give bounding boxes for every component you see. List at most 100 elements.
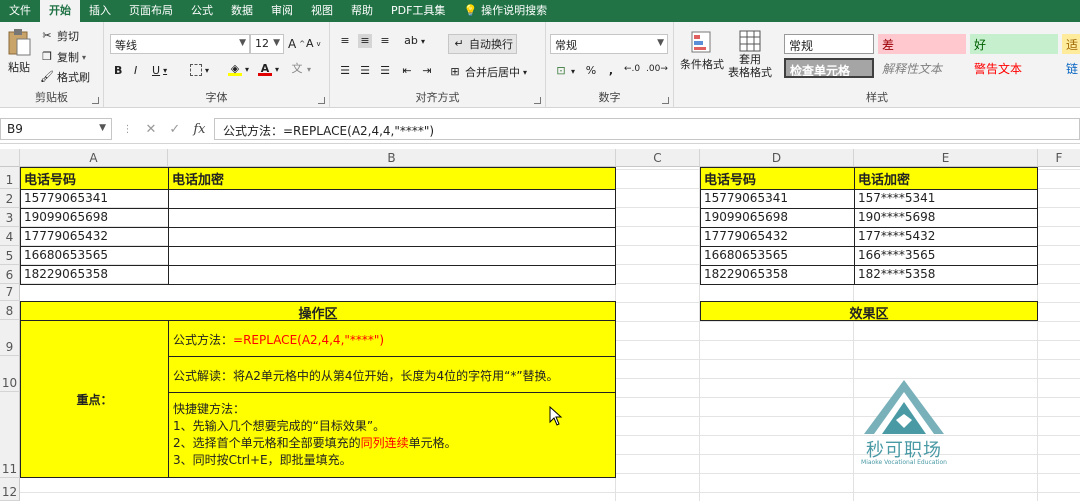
row-header-4[interactable]: 4 [0,227,20,246]
align-center-button[interactable]: ☰ [358,64,372,78]
style-explanatory[interactable]: 解释性文本 [878,58,966,78]
format-as-table-button[interactable]: 套用 表格格式 [728,30,772,79]
row-header-11[interactable]: 11 [0,392,20,478]
tab-review[interactable]: 审阅 [262,0,302,22]
conditional-format-button[interactable]: 条件格式 [680,30,724,72]
row-header-9[interactable]: 9 [0,320,20,356]
alignment-launcher-icon[interactable] [534,97,541,104]
style-bad[interactable]: 差 [878,34,966,54]
tab-file[interactable]: 文件 [0,0,40,22]
bold-button[interactable]: B [114,64,122,77]
formula-input[interactable]: 公式方法：=REPLACE(A2,4,4,"****") [214,118,1080,140]
row-header-12[interactable]: 12 [0,478,20,501]
cell-b9[interactable]: 公式方法：=REPLACE(A2,4,4,"****") [168,320,616,357]
key-point-cell[interactable]: 重点： [20,320,169,478]
style-neutral[interactable]: 适 [1062,34,1080,54]
row-header-2[interactable]: 2 [0,189,20,208]
cell-b2[interactable] [168,189,616,209]
percent-button[interactable]: % [584,64,598,78]
style-good[interactable]: 好 [970,34,1058,54]
fill-color-button[interactable]: ◈ ▾ [228,62,249,76]
align-bottom-button[interactable]: ≡ [378,34,392,48]
wrap-text-button[interactable]: ↵ 自动换行 [448,34,517,54]
font-color-button[interactable]: A ▾ [258,62,279,76]
merge-center-button[interactable]: ⊞ 合并后居中 ▾ [448,64,527,80]
number-launcher-icon[interactable] [662,97,669,104]
cell-b4[interactable] [168,227,616,247]
tab-home[interactable]: 开始 [40,0,80,22]
cell-e4[interactable]: 177****5432 [854,227,1038,247]
cell-a2[interactable]: 15779065341 [20,189,169,209]
cell-d2[interactable]: 15779065341 [700,189,855,209]
cell-b1[interactable]: 电话加密 [168,167,616,190]
cell-a4[interactable]: 17779065432 [20,227,169,247]
tab-pdf-tools[interactable]: PDF工具集 [382,0,454,22]
style-link[interactable]: 链 [1062,58,1080,78]
row-header-3[interactable]: 3 [0,208,20,227]
cut-button[interactable]: ✂ 剪切 [40,28,79,44]
cell-e6[interactable]: 182****5358 [854,265,1038,285]
copy-button[interactable]: ❐ 复制 ▾ [40,49,86,65]
font-size-combo[interactable]: 12 ▼ [250,34,284,54]
borders-button[interactable]: ▾ [190,64,209,76]
underline-button[interactable]: U ▾ [152,64,167,77]
style-warning[interactable]: 警告文本 [970,58,1058,78]
tab-data[interactable]: 数据 [222,0,262,22]
cancel-icon[interactable]: ✕ [146,122,157,137]
tab-formulas[interactable]: 公式 [182,0,222,22]
col-header-e[interactable]: E [854,149,1038,167]
col-header-c[interactable]: C [616,149,700,167]
row-header-10[interactable]: 10 [0,356,20,392]
grow-font-button[interactable]: A ^ [288,37,305,51]
cell-b5[interactable] [168,246,616,266]
italic-button[interactable]: I [134,64,137,77]
font-launcher-icon[interactable] [318,97,325,104]
format-painter-button[interactable]: 🖌 格式刷 [40,69,90,85]
row-header-8[interactable]: 8 [0,301,20,320]
align-middle-button[interactable]: ≡ [358,34,372,48]
decrease-indent-button[interactable]: ⇤ [400,64,414,78]
tab-help[interactable]: 帮助 [342,0,382,22]
op-area-header[interactable]: 操作区 [20,301,616,321]
col-header-b[interactable]: B [168,149,616,167]
increase-decimal-button[interactable]: ←.0 [624,64,640,74]
shrink-font-button[interactable]: Av [306,37,321,50]
row-header-7[interactable]: 7 [0,284,20,301]
insert-function-icon[interactable]: fx [193,122,205,137]
cell-b3[interactable] [168,208,616,228]
select-all-corner[interactable] [0,149,20,167]
paste-button[interactable]: 粘贴 [6,28,32,75]
clipboard-launcher-icon[interactable] [92,97,99,104]
col-header-d[interactable]: D [700,149,854,167]
tab-view[interactable]: 视图 [302,0,342,22]
tab-insert[interactable]: 插入 [80,0,120,22]
row-header-1[interactable]: 1 [0,167,20,189]
cell-e3[interactable]: 190****5698 [854,208,1038,228]
font-name-combo[interactable]: 等线 ▼ [110,34,250,54]
phonetic-button[interactable]: 文 ▾ [290,62,312,76]
cell-b11[interactable]: 快捷键方法： 1、先输入几个想要完成的“目标效果”。 2、选择首个单元格和全部要… [168,392,616,478]
cell-a1[interactable]: 电话号码 [20,167,169,190]
cell-a3[interactable]: 19099065698 [20,208,169,228]
style-check-cell[interactable]: 检查单元格 [784,58,874,78]
tell-me-search[interactable]: 💡 操作说明搜索 [454,0,556,22]
decrease-decimal-button[interactable]: .00→ [646,64,668,74]
cell-d5[interactable]: 16680653565 [700,246,855,266]
comma-style-button[interactable]: , [604,64,618,78]
cell-d4[interactable]: 17779065432 [700,227,855,247]
cell-b6[interactable] [168,265,616,285]
tab-page-layout[interactable]: 页面布局 [120,0,182,22]
enter-icon[interactable]: ✓ [169,122,180,137]
cell-d3[interactable]: 19099065698 [700,208,855,228]
cell-e5[interactable]: 166****3565 [854,246,1038,266]
cell-d6[interactable]: 18229065358 [700,265,855,285]
cell-e2[interactable]: 157****5341 [854,189,1038,209]
row-header-6[interactable]: 6 [0,265,20,284]
align-left-button[interactable]: ☰ [338,64,352,78]
cell-a6[interactable]: 18229065358 [20,265,169,285]
cell-a5[interactable]: 16680653565 [20,246,169,266]
cell-d1[interactable]: 电话号码 [700,167,855,190]
name-box[interactable]: B9 ▼ [0,118,112,140]
col-header-f[interactable]: F [1038,149,1080,167]
cell-e1[interactable]: 电话加密 [854,167,1038,190]
